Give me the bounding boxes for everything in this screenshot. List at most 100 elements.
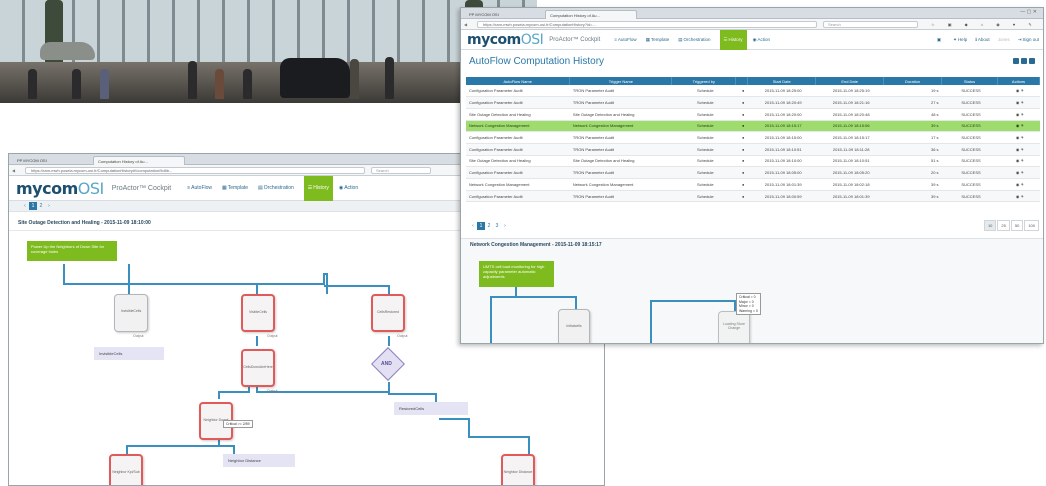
- hierarchy-icon[interactable]: ⚘: [1021, 100, 1025, 105]
- page-size-10[interactable]: 10: [983, 220, 997, 231]
- page-2[interactable]: 2: [485, 222, 493, 230]
- row-actions[interactable]: ◉ ⚘: [997, 108, 1040, 121]
- hierarchy-icon[interactable]: ⚘: [1021, 135, 1025, 140]
- page-size-25[interactable]: 25: [997, 220, 1010, 231]
- page-size-50[interactable]: 50: [1010, 220, 1024, 231]
- nav-history[interactable]: ☰History: [719, 29, 747, 50]
- row-actions[interactable]: ◉ ⚘: [997, 96, 1040, 109]
- view-icon[interactable]: ◉: [1016, 88, 1020, 93]
- row-actions[interactable]: ◉ ⚘: [997, 131, 1040, 144]
- address-bar[interactable]: https://ram-mwh.poseia.mycom-osi.fr/Comp…: [477, 21, 817, 28]
- hierarchy-icon[interactable]: ⚘: [1021, 88, 1025, 93]
- info-icon[interactable]: ●: [735, 178, 748, 191]
- col-duration[interactable]: Duration: [883, 77, 943, 85]
- tab-computation-history[interactable]: Computation History of Au...: [545, 10, 637, 19]
- hierarchy-icon[interactable]: ⚘: [1021, 112, 1025, 117]
- invisible-cells-node[interactable]: InvisibleCells: [114, 294, 148, 332]
- tab-mycom[interactable]: PP MYCOM OSI: [465, 10, 515, 19]
- address-row: ◀ https://ram-mwh.poseia.mycom-osi.fr/Co…: [461, 19, 1043, 38]
- nav-action[interactable]: ◉Action: [753, 37, 770, 43]
- hierarchy-icon[interactable]: ⚘: [1021, 194, 1025, 199]
- info-icon[interactable]: ●: [735, 131, 748, 144]
- page-1[interactable]: 1: [477, 222, 485, 230]
- nav-autoflow[interactable]: ≡AutoFlow: [614, 37, 636, 42]
- help-link[interactable]: ✦Help: [953, 37, 967, 43]
- info-icon[interactable]: ●: [735, 108, 748, 121]
- cell-start-date: 2015-11-09 18:00:59: [747, 190, 816, 203]
- view-icon[interactable]: ◉: [1016, 182, 1020, 187]
- row-actions[interactable]: ◉ ⚘: [997, 143, 1040, 156]
- cells-restored-node[interactable]: CellsRestored: [371, 294, 405, 332]
- hierarchy-icon[interactable]: ⚘: [1021, 170, 1025, 175]
- hierarchy-icon[interactable]: ⚘: [1021, 123, 1025, 128]
- table-row[interactable]: Configuration Parameter Audit TRON Parame…: [466, 190, 1040, 203]
- row-actions[interactable]: ◉ ⚘: [997, 178, 1040, 191]
- view-icon[interactable]: ◉: [1016, 194, 1020, 199]
- nav-orchestration[interactable]: ▤Orchestration: [678, 37, 710, 43]
- neighbor-kpi-node[interactable]: Neighbor Kpi/Sub: [109, 454, 143, 485]
- back-arrow-icon[interactable]: ◀: [464, 19, 467, 30]
- loading-store-change-node[interactable]: Loading Store Change: [718, 311, 750, 343]
- car: [280, 58, 350, 98]
- sign-out-link[interactable]: ⇥Sign out: [1018, 37, 1039, 43]
- search-input[interactable]: Search: [823, 21, 918, 28]
- row-actions[interactable]: ◉ ⚘: [997, 166, 1040, 179]
- table-row[interactable]: Configuration Parameter Audit TRON Parame…: [466, 96, 1040, 109]
- table-row[interactable]: Configuration Parameter Audit TRON Parame…: [466, 131, 1040, 144]
- window-controls-icon[interactable]: — ▢ ✕: [1020, 9, 1037, 15]
- next-page-button[interactable]: ›: [501, 222, 509, 230]
- view-icon[interactable]: ◉: [1016, 147, 1020, 152]
- info-icon[interactable]: ●: [735, 96, 748, 109]
- view-icon[interactable]: ◉: [1016, 135, 1020, 140]
- col-end-date[interactable]: End Date: [815, 77, 885, 85]
- cell-triggered-by: Schedule: [671, 120, 736, 133]
- connector: [219, 445, 235, 454]
- refresh-icon[interactable]: [1029, 58, 1035, 64]
- cells-down-node[interactable]: CellsDownAreHere: [241, 349, 275, 387]
- col-trigger-name[interactable]: Trigger Name: [569, 77, 673, 85]
- view-icon[interactable]: ◉: [1016, 123, 1020, 128]
- hierarchy-icon[interactable]: ⚘: [1021, 147, 1025, 152]
- row-actions[interactable]: ◉ ⚘: [997, 120, 1040, 133]
- view-icon[interactable]: ◉: [1016, 170, 1020, 175]
- about-link[interactable]: ℹAbout: [975, 37, 989, 43]
- col-status[interactable]: Status: [941, 77, 998, 85]
- users-icon[interactable]: ▣: [937, 37, 941, 43]
- info-icon[interactable]: ●: [735, 155, 748, 168]
- hierarchy-icon[interactable]: ⚘: [1021, 158, 1025, 163]
- connector: [63, 264, 130, 294]
- page-size-100[interactable]: 100: [1024, 220, 1039, 231]
- filter-icon[interactable]: [1021, 58, 1027, 64]
- table-row[interactable]: Site Outage Detection and Healing Site Ou…: [466, 108, 1040, 121]
- table-row[interactable]: Configuration Parameter Audit TRON Parame…: [466, 166, 1040, 179]
- col-triggered-by[interactable]: Triggered by: [671, 77, 737, 85]
- view-icon[interactable]: ◉: [1016, 158, 1020, 163]
- row-actions[interactable]: ◉ ⚘: [997, 85, 1040, 98]
- info-icon[interactable]: ●: [735, 166, 748, 179]
- table-row[interactable]: Network Congestion Management Network Con…: [466, 178, 1040, 191]
- visible-cells-node[interactable]: VisibleCells: [241, 294, 275, 332]
- view-icon[interactable]: ◉: [1016, 112, 1020, 117]
- table-row[interactable]: Configuration Parameter Audit TRON Parame…: [466, 143, 1040, 156]
- prev-page-button[interactable]: ‹: [469, 222, 477, 230]
- neighbor-distance-node[interactable]: Neighbor Distance: [501, 454, 535, 485]
- row-actions[interactable]: ◉ ⚘: [997, 190, 1040, 203]
- col-autoflow-name[interactable]: AutoFlow Name: [466, 77, 571, 85]
- initial-cells-node[interactable]: Initialcells: [558, 309, 590, 343]
- list-view-icon[interactable]: [1013, 58, 1019, 64]
- connector: [126, 439, 220, 454]
- nav-template[interactable]: ▦Template: [646, 37, 670, 43]
- info-icon[interactable]: ●: [735, 190, 748, 203]
- hierarchy-icon[interactable]: ⚘: [1021, 182, 1025, 187]
- view-icon[interactable]: ◉: [1016, 100, 1020, 105]
- info-icon[interactable]: ●: [735, 120, 748, 133]
- page-3[interactable]: 3: [493, 222, 501, 230]
- table-row[interactable]: Configuration Parameter Audit TRON Parame…: [466, 85, 1040, 98]
- info-icon[interactable]: ●: [735, 143, 748, 156]
- col-start-date[interactable]: Start Date: [747, 77, 817, 85]
- table-row[interactable]: Network Congestion Management Network Con…: [466, 120, 1040, 133]
- cell-trigger-name: TRON Parameter Audit: [569, 143, 672, 156]
- row-actions[interactable]: ◉ ⚘: [997, 155, 1040, 168]
- info-icon[interactable]: ●: [735, 85, 748, 98]
- table-row[interactable]: Site Outage Detection and Healing Site Ou…: [466, 155, 1040, 168]
